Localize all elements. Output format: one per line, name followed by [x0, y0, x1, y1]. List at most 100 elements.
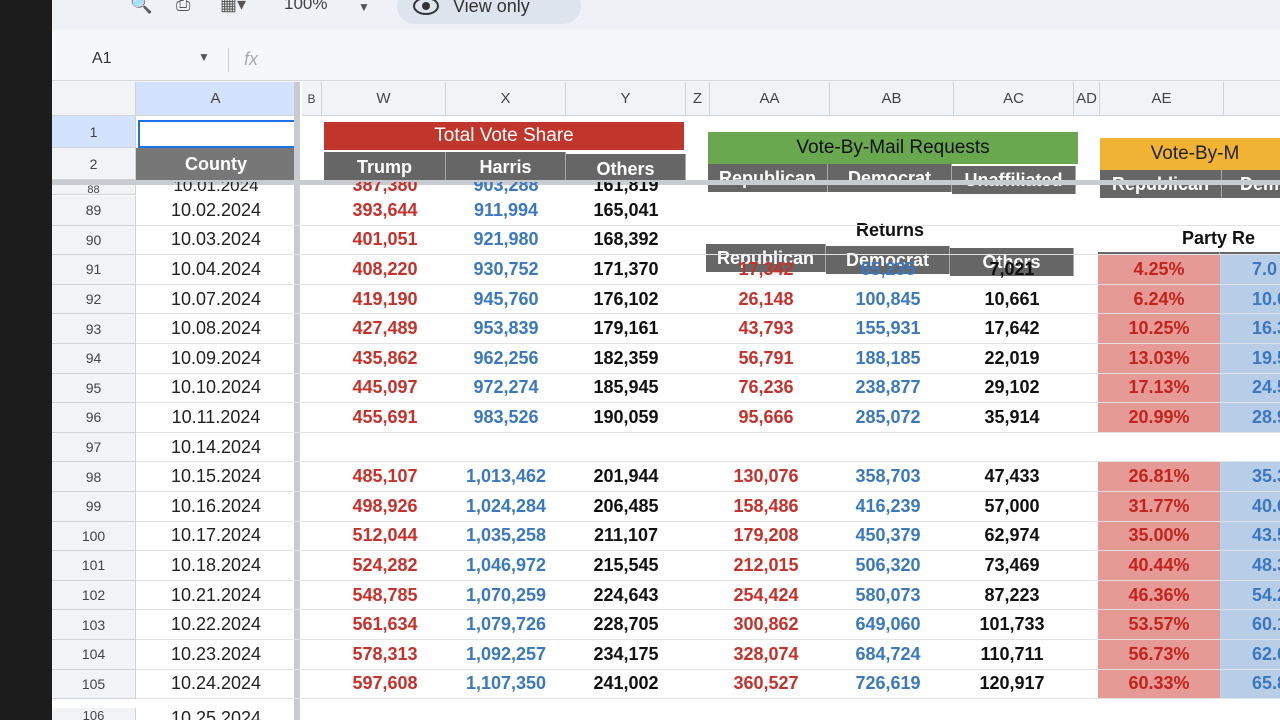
county-date-cell[interactable]: 10.18.2024	[136, 551, 296, 580]
row-header[interactable]: 88	[52, 185, 136, 195]
others-cell[interactable]: 182,359	[566, 344, 686, 373]
returns-republican-cell[interactable]: 328,074	[706, 640, 826, 669]
county-date-cell[interactable]: 10.16.2024	[136, 492, 296, 521]
returns-republican-cell[interactable]	[706, 226, 826, 255]
column-header-a[interactable]: A	[136, 82, 296, 116]
county-date-cell[interactable]: 10.11.2024	[136, 403, 296, 432]
harris-cell[interactable]: 1,046,972	[446, 551, 566, 580]
returns-democrat-cell[interactable]	[826, 196, 950, 225]
trump-cell[interactable]: 455,691	[324, 403, 446, 432]
county-date-cell[interactable]: 10.25.2024	[136, 708, 296, 720]
others-cell[interactable]: 201,944	[566, 462, 686, 491]
returns-republican-cell[interactable]: 56,791	[706, 344, 826, 373]
returns-democrat-cell[interactable]: 188,185	[826, 344, 950, 373]
column-header-y[interactable]: Y	[566, 82, 686, 116]
harris-cell[interactable]: 903,288	[446, 182, 566, 196]
others-cell[interactable]: 171,370	[566, 255, 686, 284]
returns-republican-cell[interactable]: 43,793	[706, 314, 826, 343]
party-republican-pct-cell[interactable]: 56.73%	[1098, 640, 1220, 669]
row-header-1[interactable]: 1	[52, 116, 136, 148]
harris-cell[interactable]: 1,079,726	[446, 610, 566, 639]
row-header[interactable]: 99	[52, 492, 136, 522]
harris-cell[interactable]: 921,980	[446, 226, 566, 255]
column-header-ac[interactable]: AC	[954, 82, 1074, 116]
party-democrat-pct-cell[interactable]: 35.3	[1220, 462, 1280, 491]
party-republican-pct-cell[interactable]: 53.57%	[1098, 610, 1220, 639]
trump-cell[interactable]: 401,051	[324, 226, 446, 255]
selected-cell-a1[interactable]	[138, 120, 296, 148]
harris-cell[interactable]: 1,092,257	[446, 640, 566, 669]
trump-cell[interactable]: 597,608	[324, 670, 446, 699]
returns-democrat-cell[interactable]: 649,060	[826, 610, 950, 639]
search-icon[interactable]: 🔍	[130, 0, 152, 15]
column-header-b[interactable]: B	[302, 82, 322, 116]
party-democrat-pct-cell[interactable]	[1220, 196, 1280, 225]
returns-republican-cell[interactable]: 254,424	[706, 581, 826, 610]
county-date-cell[interactable]: 10.07.2024	[136, 285, 296, 314]
county-date-cell[interactable]: 10.14.2024	[136, 433, 296, 462]
party-democrat-pct-cell[interactable]: 40.6	[1220, 492, 1280, 521]
row-header[interactable]: 106	[52, 708, 136, 720]
trump-cell[interactable]: 387,380	[324, 182, 446, 196]
returns-republican-cell[interactable]: 300,862	[706, 610, 826, 639]
party-democrat-pct-cell[interactable]: 65.8	[1220, 669, 1280, 699]
others-cell[interactable]: 228,705	[566, 610, 686, 639]
row-header[interactable]: 98	[52, 462, 136, 492]
harris-cell[interactable]: 1,035,258	[446, 522, 566, 551]
trump-cell[interactable]: 445,097	[324, 374, 446, 403]
party-democrat-pct-cell[interactable]: 60.1	[1220, 610, 1280, 639]
party-republican-pct-cell[interactable]: 60.33%	[1098, 669, 1220, 699]
column-header-w[interactable]: W	[322, 82, 446, 116]
others-cell[interactable]: 206,485	[566, 492, 686, 521]
row-header[interactable]: 105	[52, 669, 136, 700]
trump-cell[interactable]	[324, 433, 446, 462]
returns-others-cell[interactable]: 87,223	[950, 581, 1074, 610]
party-republican-pct-cell[interactable]: 20.99%	[1098, 403, 1220, 432]
returns-others-cell[interactable]	[950, 226, 1074, 255]
county-date-cell[interactable]: 10.21.2024	[136, 581, 296, 610]
row-header[interactable]: 97	[52, 432, 136, 463]
trump-cell[interactable]: 561,634	[324, 610, 446, 639]
zoom-select[interactable]: 100%	[284, 0, 327, 14]
party-republican-pct-cell[interactable]	[1098, 226, 1220, 255]
returns-others-cell[interactable]: 22,019	[950, 344, 1074, 373]
party-republican-pct-cell[interactable]	[1098, 433, 1220, 462]
county-date-cell[interactable]: 10.23.2024	[136, 640, 296, 669]
trump-cell[interactable]: 498,926	[324, 492, 446, 521]
returns-others-cell[interactable]: 7,021	[950, 255, 1074, 284]
others-cell[interactable]: 161,819	[566, 182, 686, 196]
trump-cell[interactable]: 393,644	[324, 196, 446, 225]
trump-cell[interactable]: 524,282	[324, 551, 446, 580]
returns-democrat-cell[interactable]: 155,931	[826, 314, 950, 343]
column-header-z[interactable]: Z	[686, 82, 710, 116]
county-date-cell[interactable]: 10.04.2024	[136, 255, 296, 284]
trump-cell[interactable]: 435,862	[324, 344, 446, 373]
party-democrat-pct-cell[interactable]: 48.3	[1220, 551, 1280, 580]
returns-republican-cell[interactable]: 212,015	[706, 551, 826, 580]
row-header[interactable]: 90	[52, 225, 136, 256]
harris-cell[interactable]: 945,760	[446, 285, 566, 314]
party-republican-pct-cell[interactable]: 31.77%	[1098, 492, 1220, 521]
harris-cell[interactable]: 972,274	[446, 374, 566, 403]
harris-cell[interactable]: 983,526	[446, 403, 566, 432]
others-cell[interactable]: 168,392	[566, 226, 686, 255]
party-democrat-pct-cell[interactable]: 7.0	[1220, 255, 1280, 284]
party-democrat-pct-cell[interactable]: 19.5	[1220, 344, 1280, 373]
returns-democrat-cell[interactable]: 358,703	[826, 462, 950, 491]
returns-others-cell[interactable]: 10,661	[950, 285, 1074, 314]
party-republican-pct-cell[interactable]: 40.44%	[1098, 551, 1220, 580]
row-header[interactable]: 91	[52, 255, 136, 285]
returns-others-cell[interactable]: 29,102	[950, 374, 1074, 403]
harris-cell[interactable]: 1,107,350	[446, 670, 566, 699]
others-cell[interactable]: 241,002	[566, 670, 686, 699]
returns-republican-cell[interactable]	[706, 433, 826, 462]
county-date-cell[interactable]: 10.22.2024	[136, 610, 296, 639]
party-republican-pct-cell[interactable]: 4.25%	[1098, 255, 1220, 284]
row-header[interactable]: 92	[52, 284, 136, 315]
chevron-down-icon[interactable]: ▼	[358, 0, 370, 14]
county-date-cell[interactable]: 10.03.2024	[136, 226, 296, 255]
county-date-cell[interactable]: 10.09.2024	[136, 344, 296, 373]
column-header-ad[interactable]: AD	[1074, 82, 1100, 116]
trump-cell[interactable]: 578,313	[324, 640, 446, 669]
others-cell[interactable]: 179,161	[566, 314, 686, 343]
